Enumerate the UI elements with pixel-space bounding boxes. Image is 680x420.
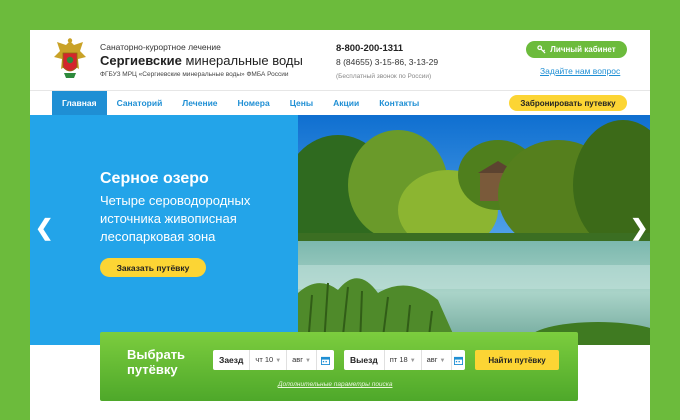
hero-title: Серное озеро	[100, 170, 209, 187]
brand-name-rest: минеральные воды	[181, 53, 303, 68]
nav-item-treatment[interactable]: Лечение	[172, 91, 227, 115]
nav-item-prices[interactable]: Цены	[280, 91, 323, 115]
nav-item-sanatorium[interactable]: Санаторий	[107, 91, 173, 115]
extra-params-link[interactable]: Дополнительные параметры поиска	[278, 381, 392, 388]
hero-lake-photo	[298, 115, 650, 345]
order-trip-button[interactable]: Заказать путёвку	[100, 258, 206, 277]
checkout-day-select[interactable]: пт 18 ▼	[385, 350, 422, 370]
chevron-right-icon[interactable]: ❯	[630, 217, 648, 239]
page-frame: Санаторно-курортное лечение Сергиевские …	[30, 30, 650, 420]
cabinet-label: Личный кабинет	[550, 45, 616, 54]
checkout-label: Выезд	[344, 350, 385, 370]
brand-block: Санаторно-курортное лечение Сергиевские …	[100, 42, 303, 78]
find-trip-button[interactable]: Найти путёвку	[475, 350, 559, 370]
checkin-day-value: чт 10	[255, 355, 274, 364]
booking-title-line2: путёвку	[127, 362, 178, 377]
phones-block: 8-800-200-1311 8 (84655) 3-15-86, 3-13-2…	[336, 43, 438, 80]
cabinet-button[interactable]: Личный кабинет	[526, 41, 627, 58]
chevron-left-icon[interactable]: ❮	[35, 217, 53, 239]
checkin-month-value: авг	[292, 355, 304, 364]
checkin-field: Заезд чт 10 ▼ авг ▼	[213, 350, 334, 370]
booking-title-line1: Выбрать	[127, 347, 186, 362]
checkout-month-value: авг	[426, 355, 438, 364]
main-nav: Главная Санаторий Лечение Номера Цены Ак…	[30, 90, 650, 115]
nav-list: Главная Санаторий Лечение Номера Цены Ак…	[52, 91, 429, 115]
book-trip-button[interactable]: Забронировать путевку	[509, 95, 627, 111]
dropdown-icon: ▼	[439, 358, 446, 364]
booking-panel: Выбрать путёвку Заезд чт 10 ▼ авг ▼ Выезд …	[100, 332, 578, 401]
emblem-logo[interactable]	[50, 37, 90, 81]
phone-main[interactable]: 8-800-200-1311	[336, 43, 438, 54]
checkout-field: Выезд пт 18 ▼ авг ▼	[344, 350, 465, 370]
dropdown-icon: ▼	[409, 358, 416, 364]
ask-question-link[interactable]: Задайте нам вопрос	[540, 66, 620, 76]
hero-text: Четыре сероводородных источника живописн…	[100, 193, 251, 244]
brand-name-bold: Сергиевские	[100, 53, 182, 68]
brand-org: ФГБУЗ МРЦ «Сергиевские минеральные воды»…	[100, 71, 289, 78]
phone-extra[interactable]: 8 (84655) 3-15-86, 3-13-29	[336, 57, 438, 67]
checkin-month-select[interactable]: авг ▼	[287, 350, 317, 370]
checkin-label: Заезд	[213, 350, 251, 370]
nav-item-contacts[interactable]: Контакты	[369, 91, 429, 115]
key-icon	[537, 45, 546, 54]
nav-item-rooms[interactable]: Номера	[228, 91, 280, 115]
nav-item-home[interactable]: Главная	[52, 91, 107, 115]
checkin-day-select[interactable]: чт 10 ▼	[250, 350, 288, 370]
nav-item-promotions[interactable]: Акции	[323, 91, 369, 115]
calendar-icon[interactable]	[452, 350, 466, 370]
hero-slider: Серное озеро Четыре сероводородных источ…	[30, 115, 650, 345]
brand-kicker: Санаторно-курортное лечение	[100, 42, 221, 52]
dropdown-icon: ▼	[305, 358, 311, 364]
phone-note: (Бесплатный звонок по России)	[336, 73, 432, 80]
checkout-month-select[interactable]: авг ▼	[422, 350, 452, 370]
booking-title: Выбрать путёвку	[127, 347, 185, 377]
site-header: Санаторно-курортное лечение Сергиевские …	[30, 30, 650, 90]
calendar-icon[interactable]	[317, 350, 334, 370]
brand-name[interactable]: Сергиевские минеральные воды	[100, 53, 303, 68]
dropdown-icon: ▼	[275, 358, 282, 364]
checkout-day-value: пт 18	[389, 355, 408, 364]
